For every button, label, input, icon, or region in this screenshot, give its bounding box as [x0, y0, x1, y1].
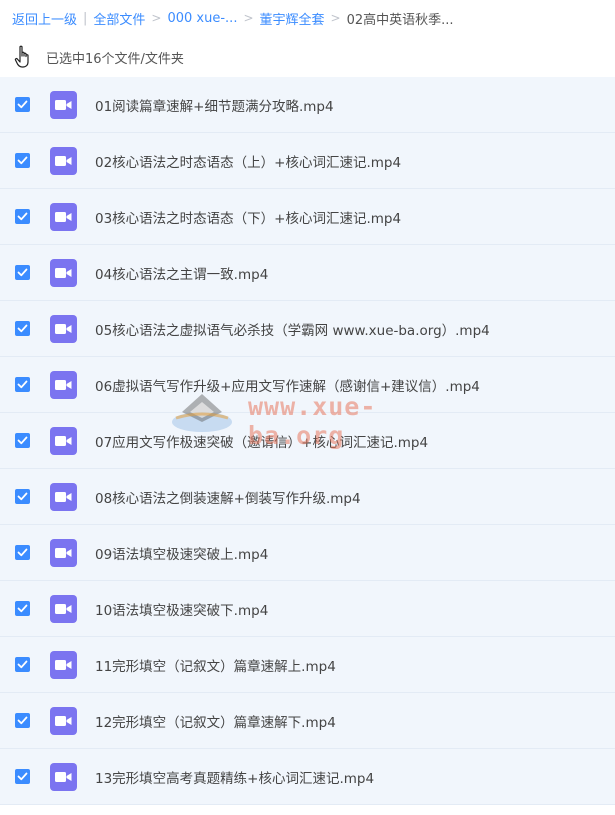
checkbox-checked-icon[interactable] — [15, 433, 30, 448]
checkbox-checked-icon[interactable] — [15, 97, 30, 112]
file-name[interactable]: 01阅读篇章速解+细节题满分攻略.mp4 — [95, 95, 334, 115]
video-file-icon — [50, 91, 77, 119]
file-row[interactable]: 02核心语法之时态语态（上）+核心词汇速记.mp4 — [0, 133, 615, 189]
breadcrumb-divider: | — [83, 10, 88, 26]
breadcrumb-level2[interactable]: 董宇辉全套 — [260, 9, 325, 28]
file-name[interactable]: 07应用文写作极速突破（邀请信）+核心词汇速记.mp4 — [95, 431, 428, 451]
file-row[interactable]: 07应用文写作极速突破（邀请信）+核心词汇速记.mp4 — [0, 413, 615, 469]
checkbox-checked-icon[interactable] — [15, 657, 30, 672]
file-row[interactable]: 08核心语法之倒装速解+倒装写作升级.mp4 — [0, 469, 615, 525]
checkbox-checked-icon[interactable] — [15, 321, 30, 336]
file-row[interactable]: 04核心语法之主谓一致.mp4 — [0, 245, 615, 301]
video-file-icon — [50, 315, 77, 343]
breadcrumb-all-files[interactable]: 全部文件 — [93, 9, 145, 28]
file-name[interactable]: 03核心语法之时态语态（下）+核心词汇速记.mp4 — [95, 207, 401, 227]
checkbox-checked-icon[interactable] — [15, 489, 30, 504]
file-name[interactable]: 09语法填空极速突破上.mp4 — [95, 543, 268, 563]
file-name[interactable]: 05核心语法之虚拟语气必杀技（学霸网 www.xue-ba.org）.mp4 — [95, 319, 490, 339]
breadcrumb-level1[interactable]: 000 xue-... — [167, 11, 237, 26]
checkbox-checked-icon[interactable] — [15, 545, 30, 560]
file-row[interactable]: 10语法填空极速突破下.mp4 — [0, 581, 615, 637]
breadcrumb-separator: > — [243, 11, 254, 25]
breadcrumb: 返回上一级 | 全部文件 > 000 xue-... > 董宇辉全套 > 02高… — [12, 8, 454, 28]
video-file-icon — [50, 259, 77, 287]
checkbox-checked-icon[interactable] — [15, 209, 30, 224]
file-row[interactable]: 01阅读篇章速解+细节题满分攻略.mp4 — [0, 77, 615, 133]
video-file-icon — [50, 147, 77, 175]
file-name[interactable]: 02核心语法之时态语态（上）+核心词汇速记.mp4 — [95, 151, 401, 171]
video-file-icon — [50, 595, 77, 623]
checkbox-checked-icon[interactable] — [15, 153, 30, 168]
file-list: 01阅读篇章速解+细节题满分攻略.mp4 02核心语法之时态语态（上）+核心词汇速… — [0, 77, 615, 805]
video-file-icon — [50, 427, 77, 455]
file-name[interactable]: 06虚拟语气写作升级+应用文写作速解（感谢信+建议信）.mp4 — [95, 375, 480, 395]
file-row[interactable]: 12完形填空（记叙文）篇章速解下.mp4 — [0, 693, 615, 749]
breadcrumb-current: 02高中英语秋季... — [346, 12, 454, 28]
selection-count-text: 已选中16个文件/文件夹 — [46, 52, 184, 67]
checkbox-checked-icon[interactable] — [15, 713, 30, 728]
checkbox-checked-icon[interactable] — [15, 769, 30, 784]
file-name[interactable]: 12完形填空（记叙文）篇章速解下.mp4 — [95, 711, 336, 731]
file-name[interactable]: 04核心语法之主谓一致.mp4 — [95, 263, 268, 283]
checkbox-checked-icon[interactable] — [15, 601, 30, 616]
video-file-icon — [50, 763, 77, 791]
video-file-icon — [50, 707, 77, 735]
breadcrumb-separator: > — [330, 11, 341, 25]
checkbox-checked-icon[interactable] — [15, 377, 30, 392]
file-row[interactable]: 09语法填空极速突破上.mp4 — [0, 525, 615, 581]
hand-cursor-icon — [14, 45, 34, 69]
selection-bar: 已选中16个文件/文件夹 — [0, 40, 615, 74]
file-name[interactable]: 11完形填空（记叙文）篇章速解上.mp4 — [95, 655, 336, 675]
video-file-icon — [50, 203, 77, 231]
breadcrumb-separator: > — [151, 11, 162, 25]
file-name[interactable]: 10语法填空极速突破下.mp4 — [95, 599, 268, 619]
video-file-icon — [50, 651, 77, 679]
file-name[interactable]: 08核心语法之倒装速解+倒装写作升级.mp4 — [95, 487, 361, 507]
file-row[interactable]: 13完形填空高考真题精练+核心词汇速记.mp4 — [0, 749, 615, 805]
video-file-icon — [50, 539, 77, 567]
checkbox-checked-icon[interactable] — [15, 265, 30, 280]
back-link[interactable]: 返回上一级 — [12, 9, 77, 28]
file-row[interactable]: 06虚拟语气写作升级+应用文写作速解（感谢信+建议信）.mp4 — [0, 357, 615, 413]
file-row[interactable]: 11完形填空（记叙文）篇章速解上.mp4 — [0, 637, 615, 693]
video-file-icon — [50, 371, 77, 399]
video-file-icon — [50, 483, 77, 511]
file-row[interactable]: 03核心语法之时态语态（下）+核心词汇速记.mp4 — [0, 189, 615, 245]
file-row[interactable]: 05核心语法之虚拟语气必杀技（学霸网 www.xue-ba.org）.mp4 — [0, 301, 615, 357]
file-name[interactable]: 13完形填空高考真题精练+核心词汇速记.mp4 — [95, 767, 374, 787]
